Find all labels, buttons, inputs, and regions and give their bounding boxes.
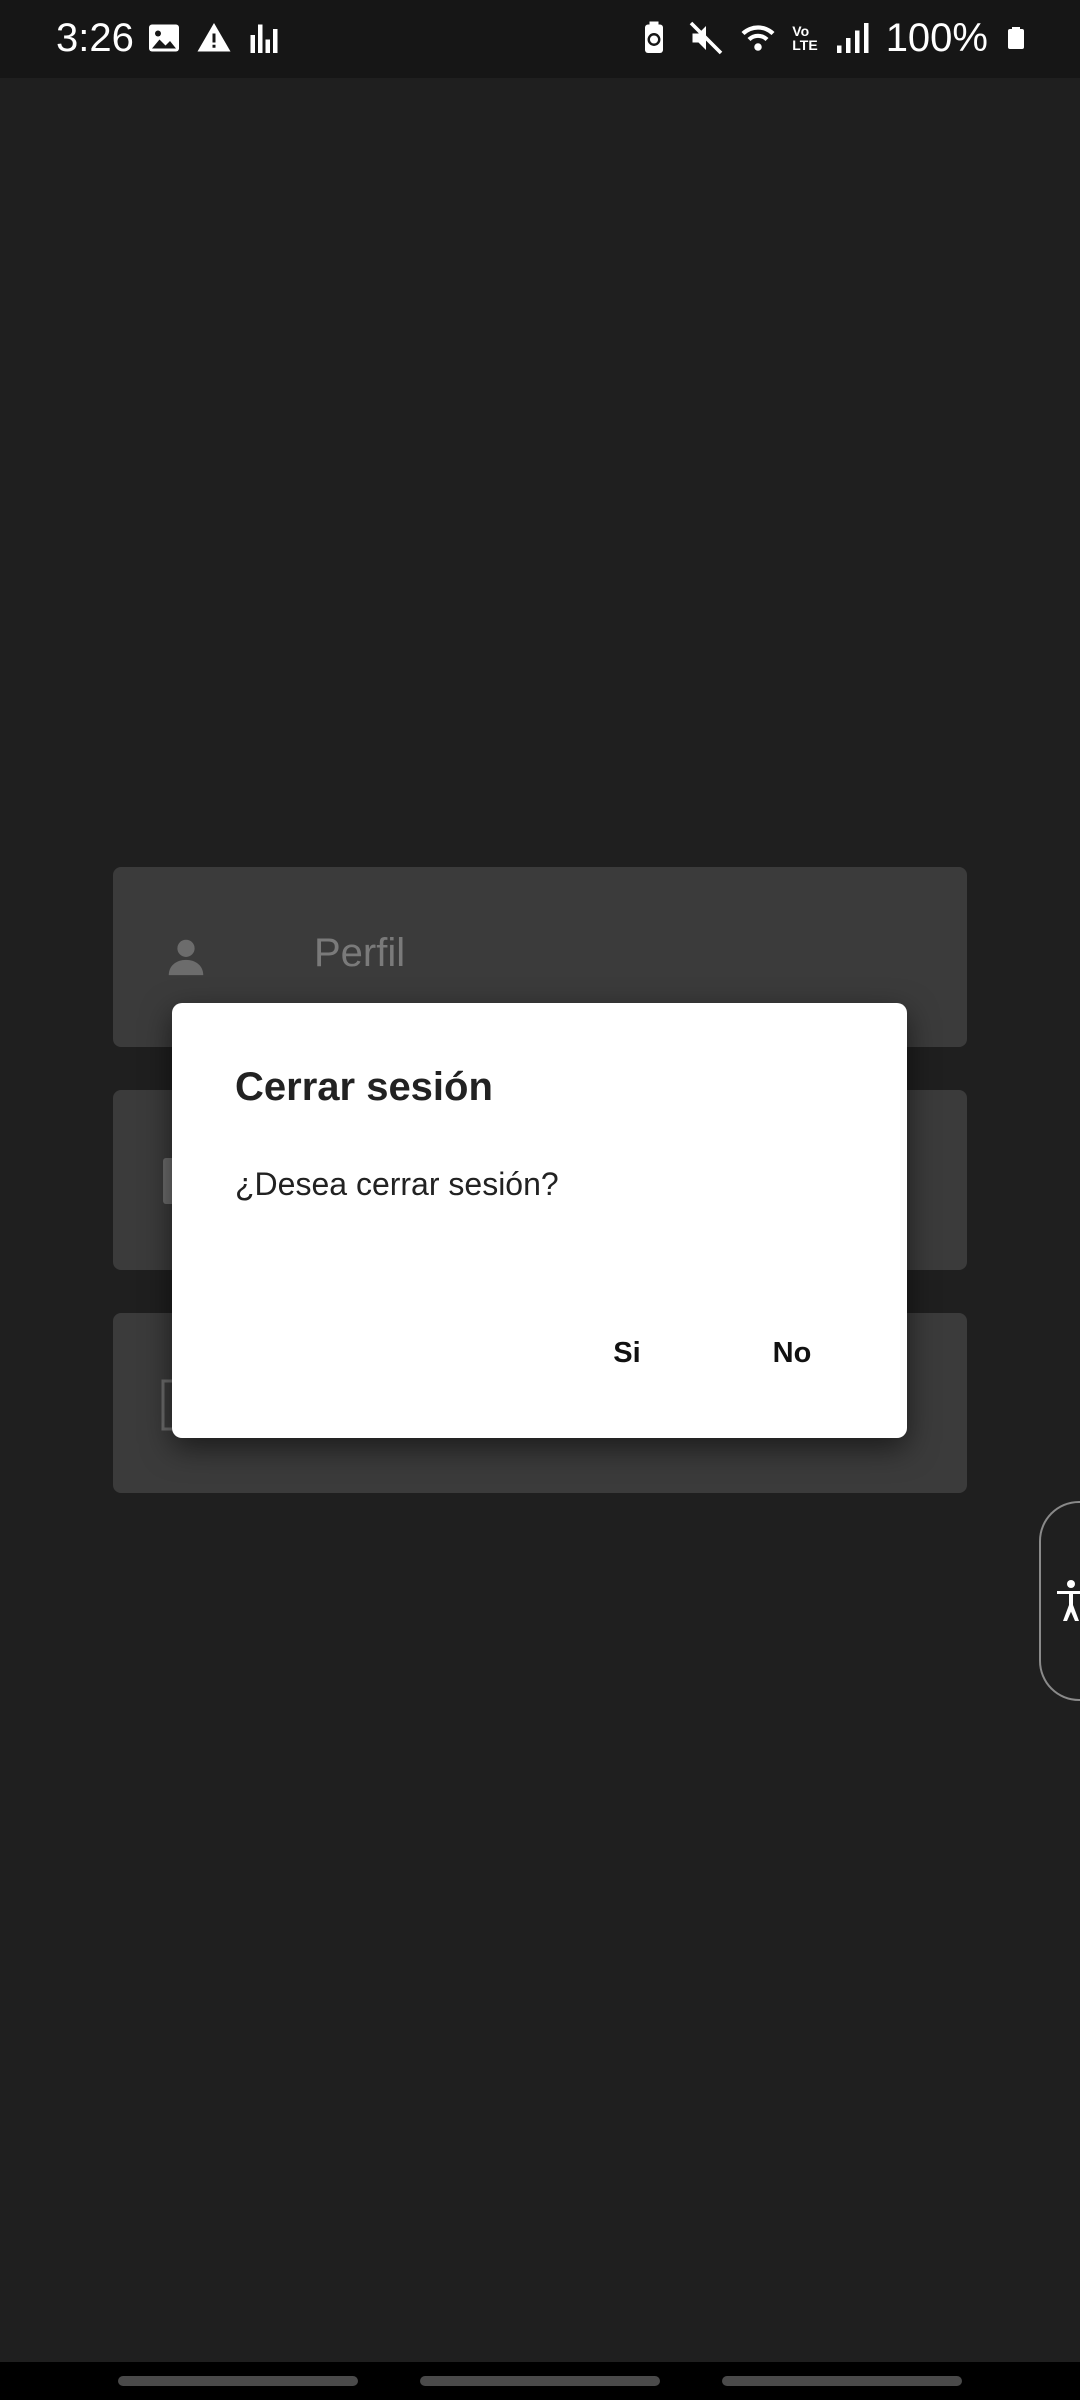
volte-label-bottom: LTE [792, 37, 818, 53]
logout-dialog: Cerrar sesión ¿Desea cerrar sesión? Si N… [172, 1003, 907, 1438]
status-time: 3:26 [56, 16, 134, 60]
dialog-message: ¿Desea cerrar sesión? [235, 1166, 559, 1202]
volte-label-top: Vo [792, 23, 810, 39]
confirm-button[interactable]: Si [582, 1313, 672, 1393]
person-icon [168, 939, 204, 976]
menu-item-label: Perfil [314, 931, 406, 975]
nav-button-recents[interactable] [118, 2376, 358, 2386]
mute-icon [690, 21, 723, 55]
status-right-icons: Vo LTE 100% [636, 14, 1028, 62]
accessibility-button[interactable] [1039, 1501, 1080, 1701]
navigation-bar [0, 2362, 1080, 2400]
battery-icon [1008, 27, 1024, 49]
nav-button-back[interactable] [722, 2376, 962, 2386]
status-bar: 3:26 Vo LTE 100% [0, 0, 1080, 78]
battery-saver-icon [645, 21, 664, 53]
signal-icon [836, 23, 869, 53]
battery-percent: 100% [885, 16, 988, 60]
status-left-icons [146, 20, 282, 56]
volte-icon: Vo LTE [792, 24, 817, 52]
nav-button-home[interactable] [420, 2376, 660, 2386]
cancel-button[interactable]: No [747, 1313, 837, 1393]
dialog-title: Cerrar sesión [235, 1065, 493, 1109]
warning-icon [197, 23, 231, 52]
accessibility-icon [1057, 1580, 1080, 1621]
wifi-icon [741, 25, 775, 51]
stats-icon [250, 24, 278, 53]
image-icon [149, 24, 179, 52]
